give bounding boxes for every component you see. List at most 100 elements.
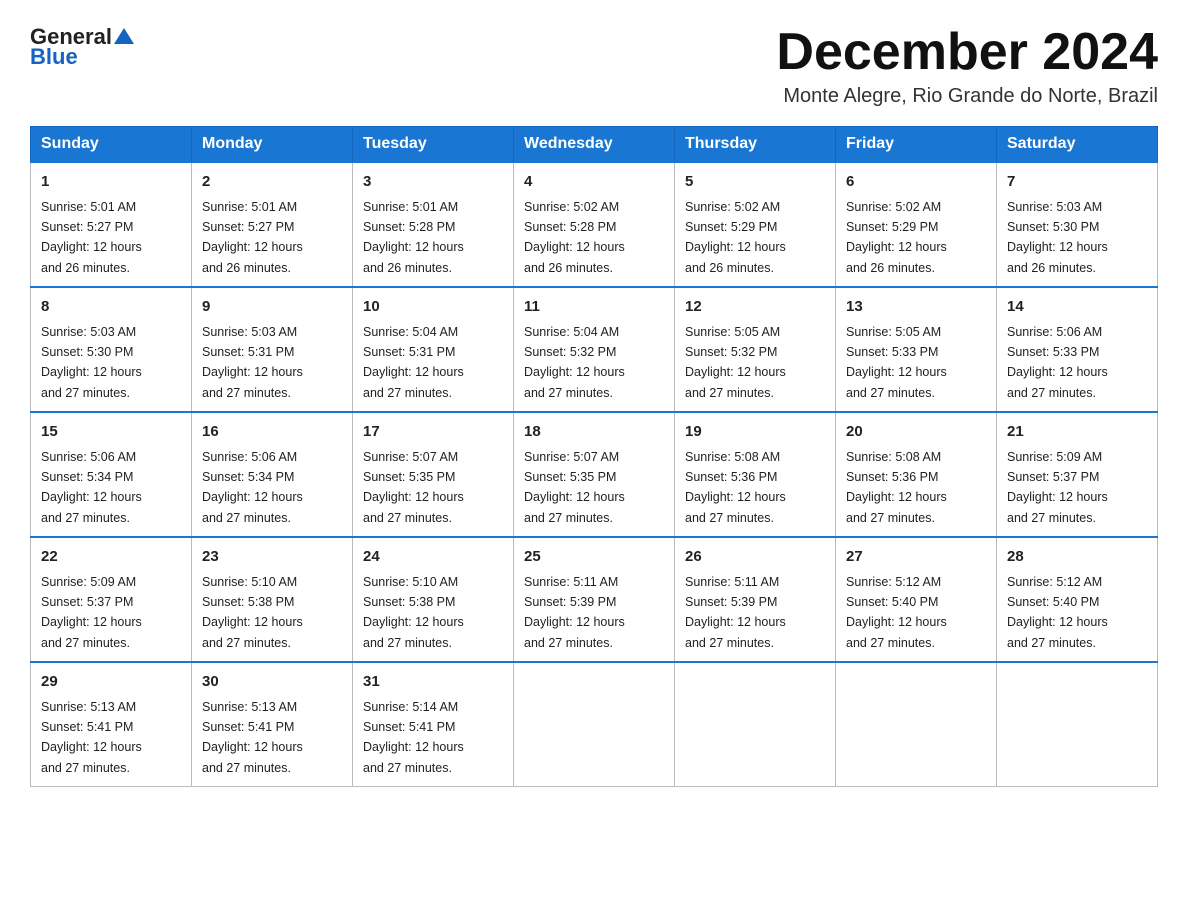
calendar-cell: 5 Sunrise: 5:02 AMSunset: 5:29 PMDayligh…: [675, 162, 836, 287]
day-info: Sunrise: 5:10 AMSunset: 5:38 PMDaylight:…: [202, 575, 303, 650]
day-number: 26: [685, 546, 825, 569]
day-number: 23: [202, 546, 342, 569]
header-wednesday: Wednesday: [514, 127, 675, 163]
calendar-cell: 22 Sunrise: 5:09 AMSunset: 5:37 PMDaylig…: [31, 537, 192, 662]
day-info: Sunrise: 5:03 AMSunset: 5:30 PMDaylight:…: [41, 325, 142, 400]
day-info: Sunrise: 5:13 AMSunset: 5:41 PMDaylight:…: [202, 700, 303, 775]
day-info: Sunrise: 5:12 AMSunset: 5:40 PMDaylight:…: [1007, 575, 1108, 650]
calendar-cell: 18 Sunrise: 5:07 AMSunset: 5:35 PMDaylig…: [514, 412, 675, 537]
day-number: 27: [846, 546, 986, 569]
calendar-cell: 13 Sunrise: 5:05 AMSunset: 5:33 PMDaylig…: [836, 287, 997, 412]
day-info: Sunrise: 5:03 AMSunset: 5:30 PMDaylight:…: [1007, 200, 1108, 275]
logo-triangle-icon: [113, 26, 135, 48]
day-number: 4: [524, 171, 664, 194]
day-info: Sunrise: 5:13 AMSunset: 5:41 PMDaylight:…: [41, 700, 142, 775]
day-info: Sunrise: 5:01 AMSunset: 5:27 PMDaylight:…: [202, 200, 303, 275]
day-number: 29: [41, 671, 181, 694]
day-number: 18: [524, 421, 664, 444]
calendar-cell: 20 Sunrise: 5:08 AMSunset: 5:36 PMDaylig…: [836, 412, 997, 537]
header-tuesday: Tuesday: [353, 127, 514, 163]
calendar-cell: 21 Sunrise: 5:09 AMSunset: 5:37 PMDaylig…: [997, 412, 1158, 537]
day-info: Sunrise: 5:14 AMSunset: 5:41 PMDaylight:…: [363, 700, 464, 775]
day-info: Sunrise: 5:02 AMSunset: 5:29 PMDaylight:…: [685, 200, 786, 275]
calendar-cell: 27 Sunrise: 5:12 AMSunset: 5:40 PMDaylig…: [836, 537, 997, 662]
calendar-cell: 30 Sunrise: 5:13 AMSunset: 5:41 PMDaylig…: [192, 662, 353, 787]
day-info: Sunrise: 5:01 AMSunset: 5:28 PMDaylight:…: [363, 200, 464, 275]
day-info: Sunrise: 5:06 AMSunset: 5:34 PMDaylight:…: [41, 450, 142, 525]
calendar-week-1: 1 Sunrise: 5:01 AMSunset: 5:27 PMDayligh…: [31, 162, 1158, 287]
calendar-cell: 23 Sunrise: 5:10 AMSunset: 5:38 PMDaylig…: [192, 537, 353, 662]
calendar-cell: 1 Sunrise: 5:01 AMSunset: 5:27 PMDayligh…: [31, 162, 192, 287]
header-thursday: Thursday: [675, 127, 836, 163]
day-info: Sunrise: 5:02 AMSunset: 5:29 PMDaylight:…: [846, 200, 947, 275]
day-number: 24: [363, 546, 503, 569]
calendar-cell: 11 Sunrise: 5:04 AMSunset: 5:32 PMDaylig…: [514, 287, 675, 412]
day-number: 20: [846, 421, 986, 444]
calendar-cell: 12 Sunrise: 5:05 AMSunset: 5:32 PMDaylig…: [675, 287, 836, 412]
day-number: 22: [41, 546, 181, 569]
day-number: 17: [363, 421, 503, 444]
header-monday: Monday: [192, 127, 353, 163]
day-number: 16: [202, 421, 342, 444]
calendar-cell: 8 Sunrise: 5:03 AMSunset: 5:30 PMDayligh…: [31, 287, 192, 412]
calendar-cell: [675, 662, 836, 787]
calendar-cell: 31 Sunrise: 5:14 AMSunset: 5:41 PMDaylig…: [353, 662, 514, 787]
day-number: 2: [202, 171, 342, 194]
day-info: Sunrise: 5:04 AMSunset: 5:31 PMDaylight:…: [363, 325, 464, 400]
day-number: 5: [685, 171, 825, 194]
day-number: 6: [846, 171, 986, 194]
calendar-cell: 28 Sunrise: 5:12 AMSunset: 5:40 PMDaylig…: [997, 537, 1158, 662]
calendar-cell: [836, 662, 997, 787]
day-info: Sunrise: 5:05 AMSunset: 5:33 PMDaylight:…: [846, 325, 947, 400]
header-friday: Friday: [836, 127, 997, 163]
day-number: 15: [41, 421, 181, 444]
day-info: Sunrise: 5:06 AMSunset: 5:34 PMDaylight:…: [202, 450, 303, 525]
calendar-cell: 7 Sunrise: 5:03 AMSunset: 5:30 PMDayligh…: [997, 162, 1158, 287]
calendar-cell: 16 Sunrise: 5:06 AMSunset: 5:34 PMDaylig…: [192, 412, 353, 537]
calendar-cell: 6 Sunrise: 5:02 AMSunset: 5:29 PMDayligh…: [836, 162, 997, 287]
calendar-cell: 10 Sunrise: 5:04 AMSunset: 5:31 PMDaylig…: [353, 287, 514, 412]
day-number: 7: [1007, 171, 1147, 194]
calendar-cell: [997, 662, 1158, 787]
page-header: General Blue December 2024 Monte Alegre,…: [30, 24, 1158, 108]
day-info: Sunrise: 5:08 AMSunset: 5:36 PMDaylight:…: [685, 450, 786, 525]
calendar-cell: 17 Sunrise: 5:07 AMSunset: 5:35 PMDaylig…: [353, 412, 514, 537]
location-title: Monte Alegre, Rio Grande do Norte, Brazi…: [776, 85, 1158, 108]
day-info: Sunrise: 5:03 AMSunset: 5:31 PMDaylight:…: [202, 325, 303, 400]
day-number: 8: [41, 296, 181, 319]
day-number: 25: [524, 546, 664, 569]
day-info: Sunrise: 5:02 AMSunset: 5:28 PMDaylight:…: [524, 200, 625, 275]
calendar-week-2: 8 Sunrise: 5:03 AMSunset: 5:30 PMDayligh…: [31, 287, 1158, 412]
month-title: December 2024: [776, 24, 1158, 81]
day-info: Sunrise: 5:08 AMSunset: 5:36 PMDaylight:…: [846, 450, 947, 525]
calendar-cell: 19 Sunrise: 5:08 AMSunset: 5:36 PMDaylig…: [675, 412, 836, 537]
day-info: Sunrise: 5:06 AMSunset: 5:33 PMDaylight:…: [1007, 325, 1108, 400]
day-info: Sunrise: 5:09 AMSunset: 5:37 PMDaylight:…: [1007, 450, 1108, 525]
day-number: 1: [41, 171, 181, 194]
day-info: Sunrise: 5:11 AMSunset: 5:39 PMDaylight:…: [524, 575, 625, 650]
day-info: Sunrise: 5:07 AMSunset: 5:35 PMDaylight:…: [363, 450, 464, 525]
day-number: 19: [685, 421, 825, 444]
day-info: Sunrise: 5:09 AMSunset: 5:37 PMDaylight:…: [41, 575, 142, 650]
header-saturday: Saturday: [997, 127, 1158, 163]
day-info: Sunrise: 5:07 AMSunset: 5:35 PMDaylight:…: [524, 450, 625, 525]
calendar-table: Sunday Monday Tuesday Wednesday Thursday…: [30, 126, 1158, 787]
day-number: 14: [1007, 296, 1147, 319]
day-number: 13: [846, 296, 986, 319]
day-number: 12: [685, 296, 825, 319]
day-number: 21: [1007, 421, 1147, 444]
calendar-cell: [514, 662, 675, 787]
calendar-cell: 29 Sunrise: 5:13 AMSunset: 5:41 PMDaylig…: [31, 662, 192, 787]
day-number: 9: [202, 296, 342, 319]
calendar-cell: 3 Sunrise: 5:01 AMSunset: 5:28 PMDayligh…: [353, 162, 514, 287]
calendar-cell: 24 Sunrise: 5:10 AMSunset: 5:38 PMDaylig…: [353, 537, 514, 662]
calendar-cell: 26 Sunrise: 5:11 AMSunset: 5:39 PMDaylig…: [675, 537, 836, 662]
day-number: 28: [1007, 546, 1147, 569]
day-info: Sunrise: 5:12 AMSunset: 5:40 PMDaylight:…: [846, 575, 947, 650]
day-number: 10: [363, 296, 503, 319]
day-info: Sunrise: 5:10 AMSunset: 5:38 PMDaylight:…: [363, 575, 464, 650]
logo-blue-text: Blue: [30, 44, 78, 70]
day-info: Sunrise: 5:11 AMSunset: 5:39 PMDaylight:…: [685, 575, 786, 650]
logo: General Blue: [30, 24, 136, 70]
calendar-cell: 2 Sunrise: 5:01 AMSunset: 5:27 PMDayligh…: [192, 162, 353, 287]
